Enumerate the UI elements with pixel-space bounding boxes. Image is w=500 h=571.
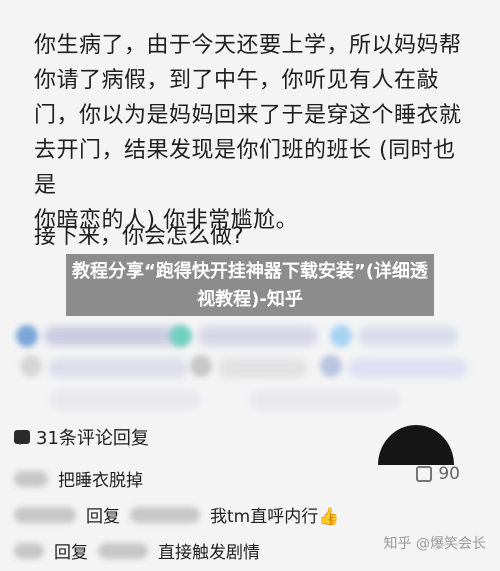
avatar [190,355,212,377]
avatar [16,325,38,347]
comment-item[interactable]: 回复 直接触发剧情 [14,538,260,563]
overlay-title: 教程分享“跑得快开挂神器下载安装”(详细透视教程)-知乎 [72,261,428,310]
reply-target-blurred [130,506,200,523]
comment-text: 直接触发剧情 [158,543,260,563]
like-count: 90 [438,464,460,484]
avatar [320,355,342,377]
comment-item[interactable]: 回复 我tm直呼内行👍 [14,502,339,527]
zhihu-watermark: 知乎 @爆笑会长 [383,536,486,552]
post-line: 门，你以为是妈妈回来了于是穿这个睡衣就 [34,103,462,128]
comment-item[interactable]: 把睡衣脱掉 [14,466,143,491]
username-blurred [14,542,44,559]
like-button[interactable]: 90 [416,464,460,484]
comment-text: 我tm直呼内行👍 [210,507,340,527]
avatar [170,325,192,347]
post-question: 接下来，你会怎么做? [34,224,244,249]
avatar [378,425,454,465]
comments-count[interactable]: 31条评论回复 [14,424,149,450]
avatar [20,355,42,377]
reply-target-blurred [98,542,148,559]
comment-text: 把睡衣脱掉 [58,471,143,491]
avatar [330,325,352,347]
username-blurred [14,470,48,487]
username-blurred [14,506,76,523]
overlay-title-banner: 教程分享“跑得快开挂神器下载安装”(详细透视教程)-知乎 [66,254,434,316]
post-body: 你生病了，由于今天还要上学，所以妈妈帮 你请了病假，到了中午，你听见有人在敲 门… [34,28,474,238]
blurred-content [50,390,200,410]
blurred-content [48,358,188,378]
blurred-content [218,358,308,378]
comment-icon [14,430,30,445]
thumbs-up-icon [416,466,433,482]
blurred-content [198,326,318,346]
comments-count-label: 31条评论回复 [36,428,149,449]
blurred-content [44,326,184,346]
post-line: 去开门，结果发现是你们班的班长 (同时也是 [34,138,456,198]
reply-prefix: 回复 [86,507,120,527]
reply-prefix: 回复 [54,543,88,563]
post-line: 你生病了，由于今天还要上学，所以妈妈帮 [34,33,462,58]
post-line: 你请了病假，到了中午，你听见有人在敲 [34,68,440,93]
blurred-content [358,326,458,346]
blurred-content [250,390,400,410]
blurred-content [348,358,468,378]
